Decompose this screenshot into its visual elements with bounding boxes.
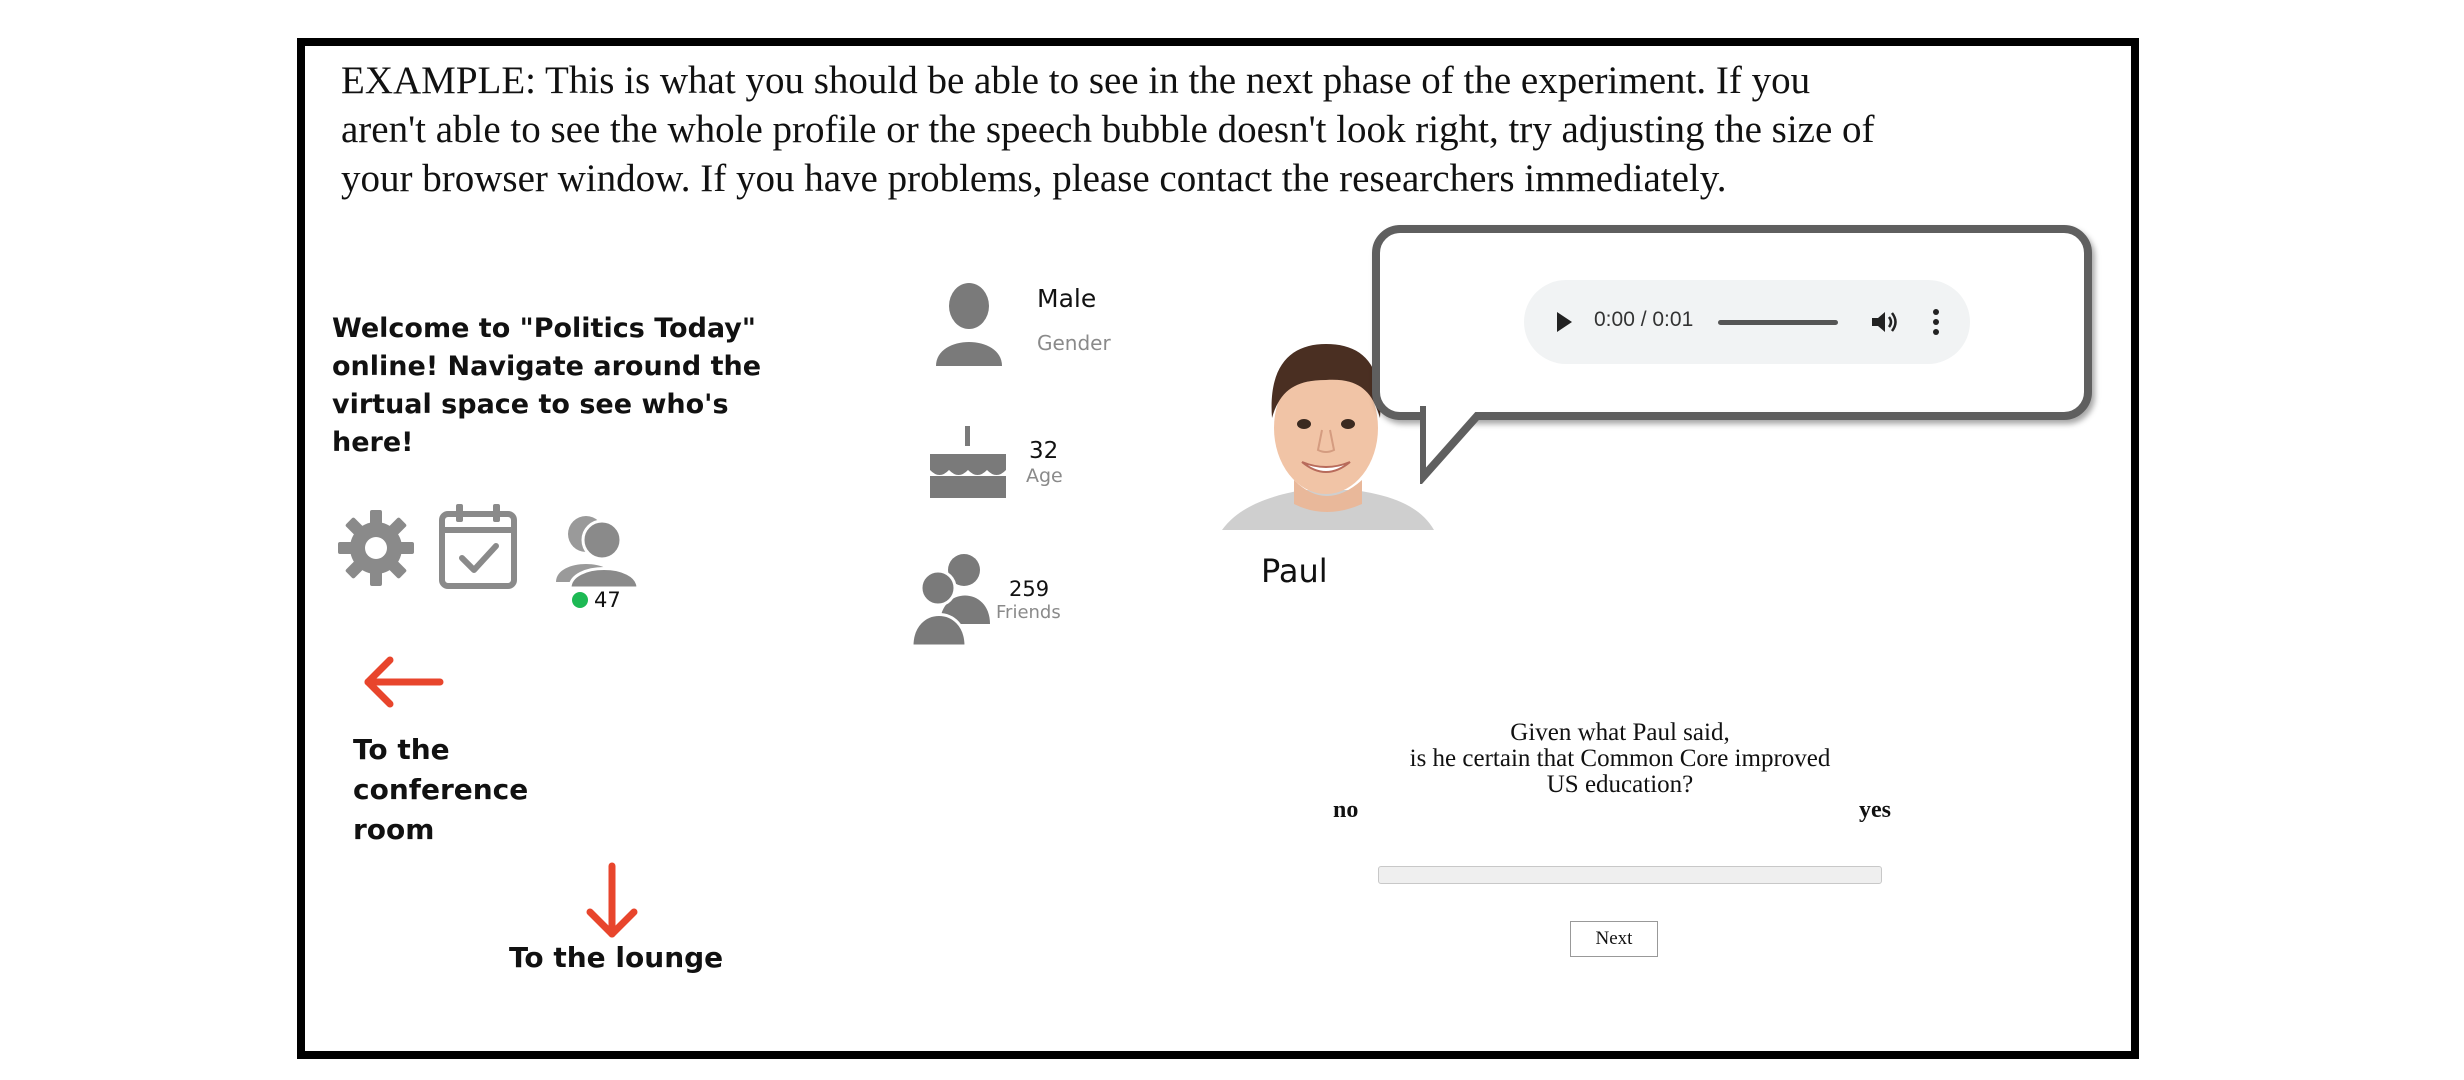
intro-instructions: EXAMPLE: This is what you should be able…: [341, 59, 1875, 200]
more-options-icon[interactable]: [1932, 308, 1940, 341]
audio-player[interactable]: 0:00 / 0:01: [1524, 280, 1970, 364]
arrow-left-icon[interactable]: [360, 654, 444, 715]
age-label: Age: [1026, 465, 1063, 487]
friends-value: 259: [1009, 577, 1050, 601]
conference-room-link[interactable]: To the conference room: [353, 730, 553, 850]
gender-value: Male: [1037, 284, 1097, 313]
online-status-icon: [572, 592, 588, 608]
audio-time: 0:00 / 0:01: [1594, 308, 1694, 331]
scale-max-label: yes: [1859, 797, 1891, 823]
speech-bubble-tail: [1418, 403, 1494, 489]
volume-icon[interactable]: [1870, 309, 1898, 340]
gender-label: Gender: [1037, 331, 1111, 355]
next-button[interactable]: Next: [1570, 921, 1658, 957]
welcome-message: Welcome to "Politics Today" online! Navi…: [332, 313, 762, 458]
friends-label: Friends: [996, 602, 1061, 623]
users-icon[interactable]: [550, 512, 642, 593]
online-count: 47: [572, 588, 621, 612]
profile-name: Paul: [1261, 552, 1328, 590]
scale-min-label: no: [1333, 797, 1359, 823]
question-text: Given what Paul said, is he certain that…: [1340, 720, 1900, 798]
birthday-cake-icon: [926, 420, 1010, 505]
age-value: 32: [1029, 438, 1059, 464]
arrow-down-icon[interactable]: [582, 862, 642, 945]
lounge-link[interactable]: To the lounge: [509, 938, 723, 978]
question-line-3: US education?: [1546, 771, 1694, 798]
person-icon: [936, 282, 1002, 371]
response-slider[interactable]: [1378, 866, 1882, 884]
online-count-value: 47: [594, 588, 621, 612]
friends-icon: [910, 552, 992, 651]
gear-icon[interactable]: [336, 508, 416, 593]
question-line-1: Given what Paul said,: [1510, 719, 1730, 746]
play-icon[interactable]: [1554, 310, 1574, 339]
question-line-2: is he certain that Common Core improved: [1409, 745, 1831, 772]
calendar-check-icon[interactable]: [438, 502, 518, 595]
audio-progress-bar[interactable]: [1718, 320, 1838, 325]
